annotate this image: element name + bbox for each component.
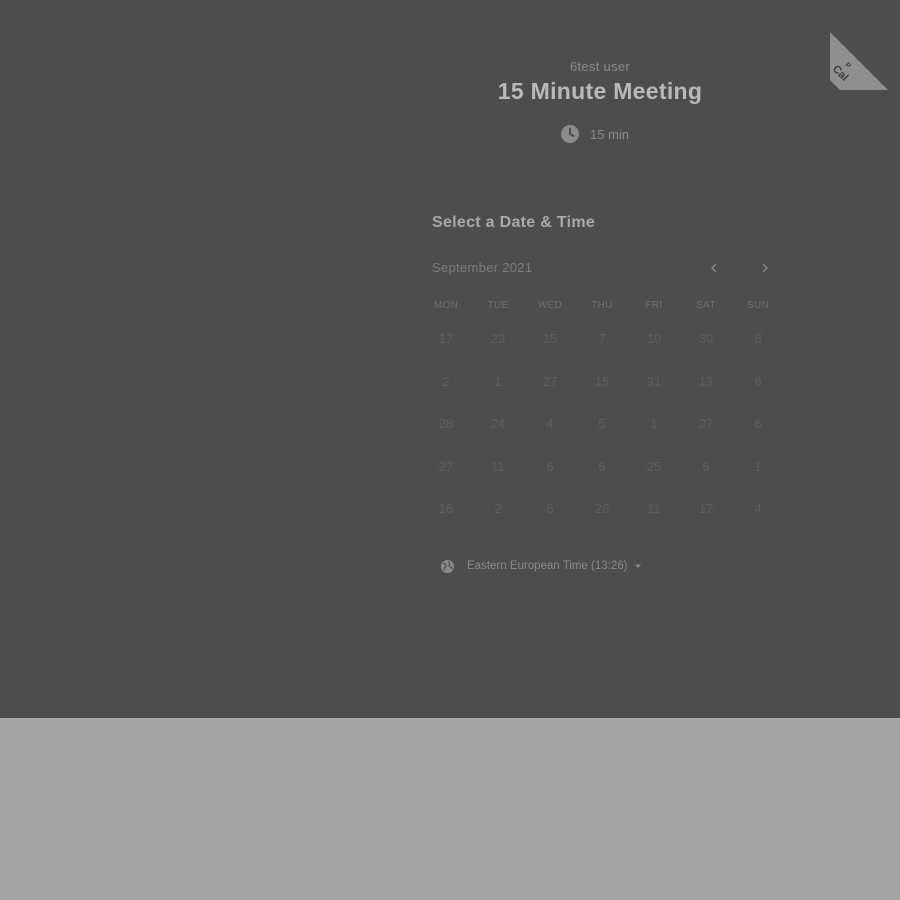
powered-by-ribbon[interactable]: P Cal bbox=[830, 0, 900, 90]
calendar-day: 2 bbox=[494, 501, 502, 516]
calendar-day: 1 bbox=[754, 458, 762, 474]
calendar-day: 24 bbox=[490, 416, 506, 431]
calendar-day: 6 bbox=[546, 458, 554, 474]
weekday-label: SUN bbox=[746, 300, 769, 311]
calendar-days-grid: 17 23 15 7 10 30 8 2 1 27 15 31 13 6 28 … bbox=[420, 325, 784, 538]
next-month-button[interactable] bbox=[755, 258, 775, 278]
calendar-day: 27 bbox=[542, 373, 558, 389]
weekday-label: MON bbox=[433, 300, 459, 311]
calendar-day: 2 bbox=[442, 373, 450, 389]
weekday-header: MON TUE WED THU FRI SAT SUN bbox=[420, 300, 784, 311]
calendar-day: 13 bbox=[698, 373, 714, 389]
calendar-day: 6 bbox=[754, 373, 762, 389]
timezone-selector[interactable]: Eastern European Time (13:26) bbox=[440, 557, 642, 575]
calendar-day: 17 bbox=[438, 331, 454, 346]
calendar-day: 6 bbox=[702, 458, 710, 474]
calendar-day: 16 bbox=[438, 501, 454, 516]
page: P Cal 6test user 15 Minute Meeting 15 mi… bbox=[0, 0, 900, 900]
calendar-day: 26 bbox=[594, 501, 610, 516]
booking-panel: P Cal 6test user 15 Minute Meeting 15 mi… bbox=[0, 0, 900, 718]
background-area bbox=[0, 718, 900, 900]
calendar-day: 1 bbox=[650, 416, 658, 431]
calendar-day: 5 bbox=[598, 416, 606, 431]
month-label: September 2021 bbox=[432, 260, 533, 275]
calendar-day: 1 bbox=[494, 373, 502, 389]
calendar-day: 8 bbox=[754, 331, 762, 346]
calendar-day: 6 bbox=[754, 416, 762, 431]
calendar-day: 6 bbox=[598, 458, 606, 474]
prev-month-button[interactable] bbox=[704, 258, 724, 278]
calendar-day: 15 bbox=[594, 373, 610, 389]
calendar-day: 7 bbox=[598, 331, 606, 346]
calendar-day: 4 bbox=[546, 416, 554, 431]
weekday-label: WED bbox=[537, 300, 563, 311]
duration-info: 15 min bbox=[560, 124, 629, 144]
weekday-label: TUE bbox=[487, 300, 509, 311]
ribbon-text: P Cal bbox=[830, 56, 858, 84]
calendar-day: 11 bbox=[491, 458, 505, 474]
calendar-day: 15 bbox=[542, 331, 558, 346]
globe-icon bbox=[440, 559, 455, 573]
calendar-day: 27 bbox=[698, 416, 714, 431]
duration-label: 15 min bbox=[590, 126, 630, 142]
weekday-label: SAT bbox=[696, 300, 716, 311]
calendar-day: 6 bbox=[546, 501, 554, 516]
caret-down-icon bbox=[635, 564, 642, 568]
weekday-label: FRI bbox=[645, 300, 663, 311]
calendar-day: 4 bbox=[754, 501, 762, 516]
calendar-day: 17 bbox=[698, 501, 714, 516]
calendar-day: 23 bbox=[490, 331, 506, 346]
calendar-day: 30 bbox=[698, 331, 714, 346]
clock-icon bbox=[561, 125, 579, 143]
ribbon-band[interactable]: P Cal bbox=[830, 22, 900, 90]
calendar-day: 27 bbox=[438, 458, 454, 474]
calendar-day: 28 bbox=[438, 416, 454, 431]
calendar-day: 10 bbox=[646, 331, 662, 346]
chevron-left-icon bbox=[711, 263, 717, 273]
weekday-label: THU bbox=[591, 300, 613, 311]
section-title: Select a Date & Time bbox=[432, 214, 596, 231]
timezone-label: Eastern European Time (13:26) bbox=[467, 560, 628, 572]
calendar-day: 25 bbox=[646, 458, 662, 474]
chevron-right-icon bbox=[762, 263, 768, 273]
calendar-day: 11 bbox=[647, 501, 661, 516]
event-title: 15 Minute Meeting bbox=[497, 78, 703, 104]
host-name: 6test user bbox=[569, 59, 631, 74]
calendar-day: 31 bbox=[646, 373, 662, 389]
